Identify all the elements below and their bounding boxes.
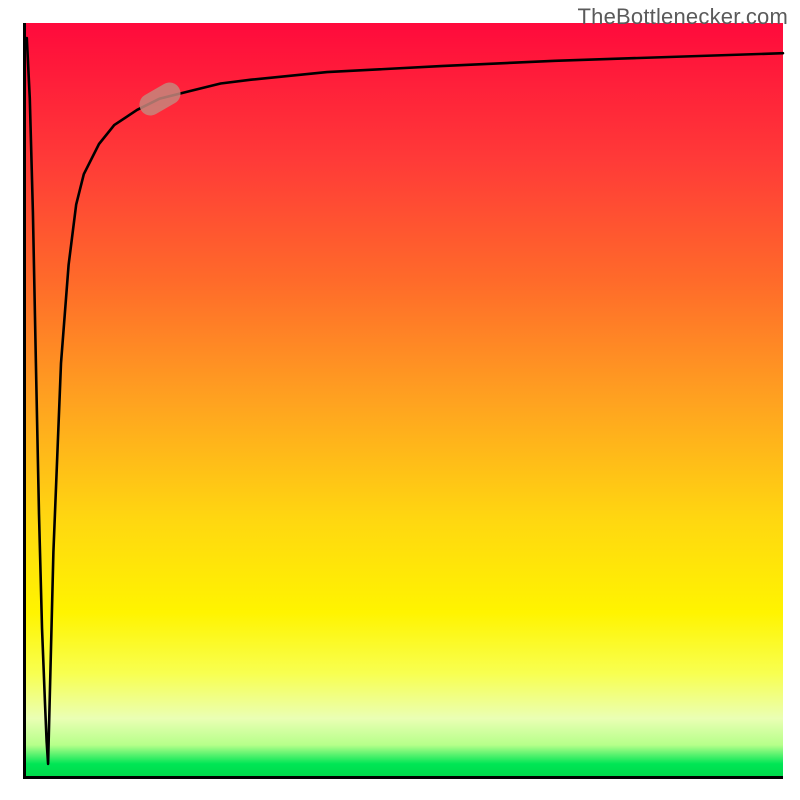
gradient-background <box>23 23 783 779</box>
watermark-label: TheBottlenecker.com <box>578 4 788 30</box>
